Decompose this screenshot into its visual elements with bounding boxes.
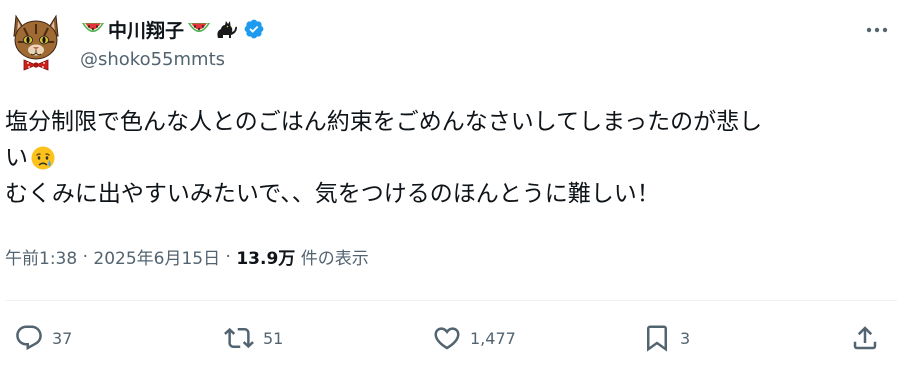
tweet-text-line: むくみに出やすいみたいで、、気をつけるのほんとうに難しい！ [5,181,660,207]
more-options-button[interactable] [862,18,892,42]
crying-face-icon [30,145,56,171]
bookmark-count: 3 [680,328,691,348]
like-button[interactable]: 1,477 [432,323,516,353]
reply-button[interactable]: 37 [14,323,72,353]
reply-count: 37 [52,328,73,348]
divider [5,300,897,301]
black-cat-icon [214,17,238,41]
author-display-name[interactable]: 中川翔子 [108,16,184,43]
like-count: 1,477 [470,328,516,348]
tweet-text-line: 塩分制限で色んな人とのごはん約束をごめんなさいしてしまったのが悲し [5,109,763,135]
heart-icon [434,327,460,350]
watermelon-icon [186,19,212,39]
bookmark-icon [647,325,667,352]
avatar[interactable] [10,12,62,72]
retweet-count: 51 [263,328,284,348]
tweet-meta: 午前1:38 · 2025年6月15日 · 13.9万 件の表示 [5,244,369,270]
tweet-text-line: い [5,145,28,171]
more-horizontal-icon [866,27,888,33]
views-count[interactable]: 13.9万 [236,244,295,269]
share-button[interactable] [850,323,880,353]
reply-icon [16,325,42,351]
retweet-button[interactable]: 51 [223,323,283,353]
author-handle[interactable]: @shoko55mmts [80,49,225,70]
author-name-row[interactable]: 中川翔子 [80,14,265,44]
verified-badge-icon [243,18,265,40]
tweet-time[interactable]: 午前1:38 [5,244,77,269]
bookmark-button[interactable]: 3 [642,323,690,353]
meta-separator: · [77,246,94,267]
share-icon [853,326,877,350]
watermelon-icon [80,19,106,39]
tweet-date[interactable]: 2025年6月15日 [93,244,220,269]
views-label: 件の表示 [295,249,369,269]
retweet-icon [224,327,254,349]
tweet-text: 塩分制限で色んな人とのごはん約束をごめんなさいしてしまったのが悲し い むくみに… [5,104,897,212]
meta-separator: · [220,246,237,267]
